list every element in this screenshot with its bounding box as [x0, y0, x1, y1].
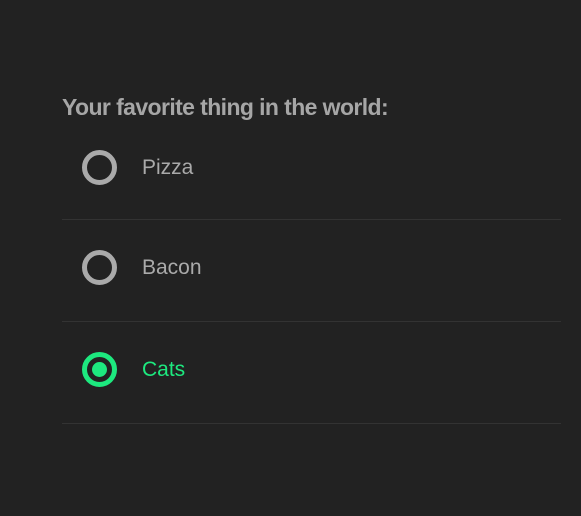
option-bacon[interactable]: Bacon	[62, 220, 561, 322]
radio-dot-icon	[92, 362, 107, 377]
option-pizza[interactable]: Pizza	[62, 122, 561, 220]
radio-checked-icon[interactable]	[82, 352, 117, 387]
question-label: Your favorite thing in the world:	[62, 94, 389, 120]
radio-unchecked-icon[interactable]	[82, 250, 117, 285]
option-label: Pizza	[142, 156, 194, 179]
radio-unchecked-icon[interactable]	[82, 150, 117, 185]
option-cats[interactable]: Cats	[62, 322, 561, 424]
option-label: Cats	[142, 358, 186, 381]
radio-group: Pizza Bacon Cats	[62, 122, 561, 424]
option-label: Bacon	[142, 256, 202, 279]
favorite-thing-form: Your favorite thing in the world: Pizza …	[62, 92, 561, 424]
